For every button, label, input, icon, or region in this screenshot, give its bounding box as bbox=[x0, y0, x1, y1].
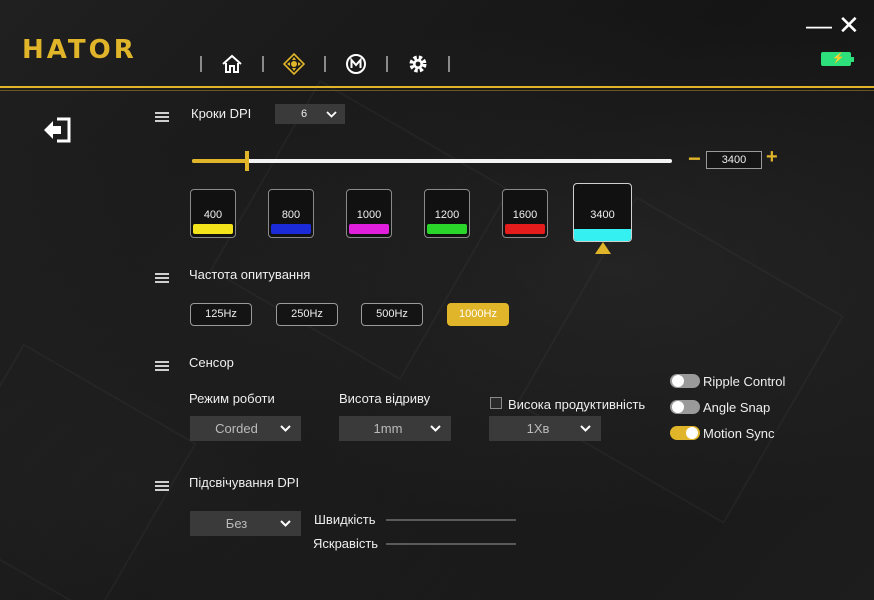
dpi-slider-thumb[interactable] bbox=[245, 151, 249, 171]
dpi-level-value: 3400 bbox=[590, 209, 615, 221]
lighting-menu-icon[interactable] bbox=[155, 478, 169, 496]
dpi-level-card[interactable]: 800 bbox=[268, 189, 314, 238]
dpi-steps-menu-icon[interactable] bbox=[155, 109, 169, 127]
dpi-decrease-button[interactable]: − bbox=[688, 146, 701, 172]
dpi-level-value: 1000 bbox=[356, 209, 382, 221]
polling-125hz-button[interactable]: 125Hz bbox=[190, 303, 252, 326]
dpi-level-card-selected[interactable]: 3400 bbox=[573, 183, 632, 242]
high-performance-checkbox[interactable] bbox=[490, 397, 502, 409]
speed-slider[interactable] bbox=[386, 519, 516, 521]
nav-separator bbox=[448, 56, 450, 72]
dpi-level-card[interactable]: 400 bbox=[190, 189, 236, 238]
chevron-down-icon bbox=[580, 425, 591, 432]
brightness-slider[interactable] bbox=[386, 543, 516, 545]
dpi-slider[interactable] bbox=[192, 151, 672, 171]
chevron-down-icon bbox=[326, 110, 337, 118]
dpi-level-card[interactable]: 1600 bbox=[502, 189, 548, 238]
brightness-label: Яскравість bbox=[313, 536, 379, 551]
selected-level-arrow-icon bbox=[595, 242, 611, 254]
toggle-knob bbox=[672, 375, 684, 387]
high-performance-label: Висока продуктивність bbox=[508, 397, 646, 412]
dpi-icon[interactable] bbox=[278, 50, 310, 78]
dpi-color-swatch bbox=[574, 229, 631, 241]
lod-label: Висота відриву bbox=[339, 391, 431, 406]
minimize-button[interactable]: — bbox=[806, 12, 832, 38]
header-divider bbox=[0, 86, 874, 88]
dpi-steps-title: Кроки DPI bbox=[191, 106, 252, 121]
nav-separator bbox=[386, 56, 388, 72]
angle-snap-label: Angle Snap bbox=[703, 400, 771, 415]
dpi-level-value: 400 bbox=[203, 209, 223, 221]
dpi-color-swatch bbox=[427, 224, 467, 234]
dpi-value-input[interactable]: 3400 bbox=[706, 151, 762, 169]
dpi-color-swatch bbox=[505, 224, 545, 234]
chevron-down-icon bbox=[280, 520, 291, 527]
lighting-title: Підсвічування DPI bbox=[189, 475, 300, 490]
nav-separator bbox=[200, 56, 202, 72]
lighting-mode-value: Без bbox=[225, 516, 248, 531]
exit-icon[interactable] bbox=[42, 115, 74, 145]
nav-separator bbox=[262, 56, 264, 72]
high-performance-dropdown[interactable]: 1Xв bbox=[489, 416, 601, 441]
dpi-steps-select[interactable]: 6 bbox=[275, 104, 345, 124]
polling-title: Частота опитування bbox=[189, 267, 311, 282]
hator-logo: HATOR bbox=[22, 35, 137, 65]
header-divider-thin bbox=[0, 90, 874, 91]
motion-sync-label: Motion Sync bbox=[703, 426, 775, 441]
dpi-increase-button[interactable]: + bbox=[766, 146, 778, 169]
dpi-color-swatch bbox=[349, 224, 389, 234]
toggle-knob bbox=[686, 427, 698, 439]
chevron-down-icon bbox=[280, 425, 291, 432]
close-button[interactable]: ✕ bbox=[838, 12, 860, 38]
dpi-color-swatch bbox=[193, 224, 233, 234]
sensor-menu-icon[interactable] bbox=[155, 358, 169, 376]
motion-sync-toggle[interactable] bbox=[670, 426, 700, 440]
dpi-level-value: 800 bbox=[281, 209, 301, 221]
polling-250hz-button[interactable]: 250Hz bbox=[276, 303, 338, 326]
sensor-title: Сенсор bbox=[189, 355, 234, 370]
angle-snap-toggle[interactable] bbox=[670, 400, 700, 414]
nav-separator bbox=[324, 56, 326, 72]
macro-icon[interactable] bbox=[340, 50, 372, 78]
home-icon[interactable] bbox=[216, 50, 248, 78]
ripple-control-label: Ripple Control bbox=[703, 374, 786, 389]
speed-label: Швидкість bbox=[314, 512, 376, 527]
lod-dropdown[interactable]: 1mm bbox=[339, 416, 451, 441]
dpi-level-value: 1200 bbox=[434, 209, 460, 221]
dpi-level-card[interactable]: 1000 bbox=[346, 189, 392, 238]
lod-value: 1mm bbox=[373, 421, 403, 436]
ripple-control-toggle[interactable] bbox=[670, 374, 700, 388]
lighting-mode-dropdown[interactable]: Без bbox=[190, 511, 301, 536]
dpi-level-value: 1600 bbox=[512, 209, 538, 221]
charging-bolt-icon: ⚡ bbox=[832, 53, 845, 64]
dpi-color-swatch bbox=[271, 224, 311, 234]
polling-menu-icon[interactable] bbox=[155, 270, 169, 288]
dpi-level-card[interactable]: 1200 bbox=[424, 189, 470, 238]
chevron-down-icon bbox=[430, 425, 441, 432]
settings-icon[interactable] bbox=[402, 50, 434, 78]
dpi-slider-fill bbox=[192, 159, 247, 163]
main-nav bbox=[186, 50, 464, 78]
battery-icon: ⚡ bbox=[821, 52, 854, 66]
polling-500hz-button[interactable]: 500Hz bbox=[361, 303, 423, 326]
mode-value: Corded bbox=[215, 421, 258, 436]
dpi-steps-value: 6 bbox=[301, 108, 308, 120]
toggle-knob bbox=[672, 401, 684, 413]
mode-label: Режим роботи bbox=[189, 391, 275, 406]
polling-1000hz-button[interactable]: 1000Hz bbox=[447, 303, 509, 326]
mode-dropdown[interactable]: Corded bbox=[190, 416, 301, 441]
high-performance-value: 1Xв bbox=[526, 421, 550, 436]
